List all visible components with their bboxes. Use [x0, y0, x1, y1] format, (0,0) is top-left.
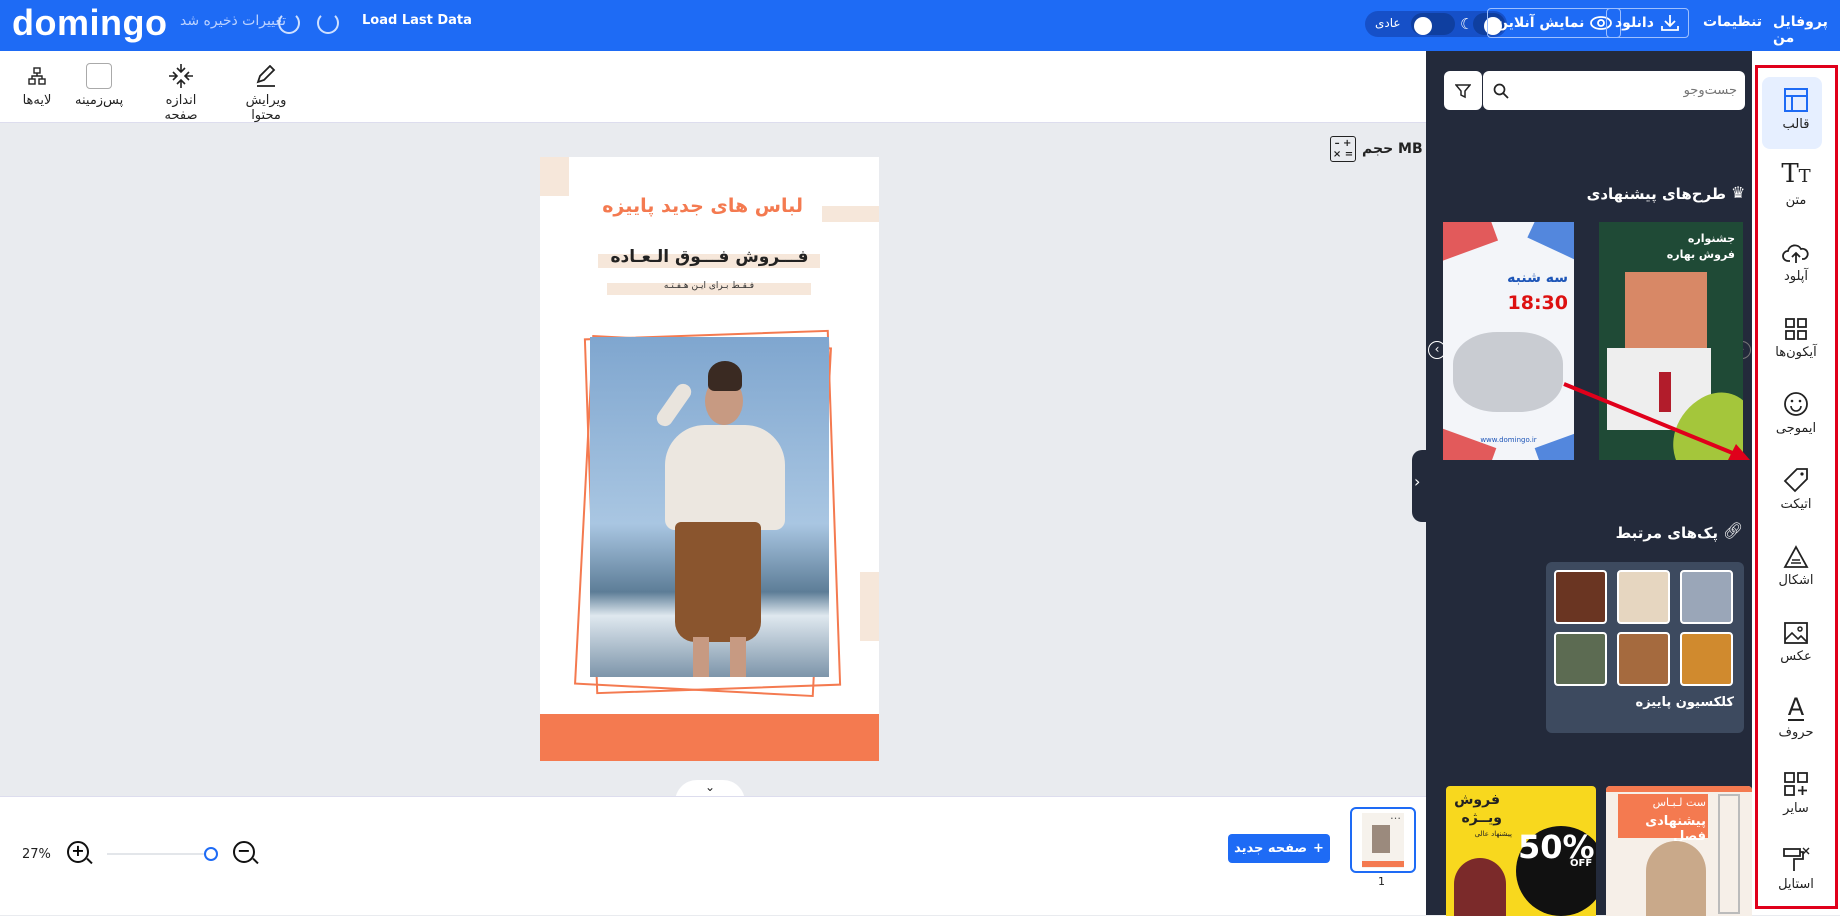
design-headline[interactable]: فـــروش فـــوق الـعـاده	[595, 247, 824, 267]
load-last-data-button[interactable]: Load Last Data	[362, 13, 472, 28]
collection-pack[interactable]: کلکسیون پاییزه	[1546, 562, 1744, 733]
link-icon: 🔗︎	[1723, 521, 1744, 540]
template-card-match[interactable]: سه شنبه 18:30 www.domingo.ir	[1443, 222, 1574, 460]
background-tool[interactable]: پس‌زمینه	[75, 63, 123, 108]
calculator-icon[interactable]: – + × =	[1330, 136, 1356, 162]
search-icon[interactable]	[1493, 83, 1509, 99]
undo-icon[interactable]	[317, 12, 339, 34]
new-page-button[interactable]: صفحه جدید +	[1228, 834, 1330, 863]
footer-band	[540, 714, 879, 761]
download-icon	[1661, 15, 1679, 31]
search-input[interactable]	[1519, 77, 1737, 103]
chevron-right-icon[interactable]: ›	[1414, 472, 1420, 491]
filter-icon	[1455, 83, 1471, 98]
redo-icon[interactable]	[278, 12, 300, 34]
zoom-slider-thumb[interactable]	[204, 847, 218, 861]
mode-label: عادی	[1375, 16, 1401, 30]
save-status: تغییرات ذخیره شد	[180, 13, 287, 29]
zoom-in-icon[interactable]: +	[67, 841, 89, 863]
layers-icon	[28, 67, 46, 85]
zoom-slider[interactable]	[107, 853, 217, 855]
design-title[interactable]: لباس های جدید پاییزه	[540, 195, 803, 217]
layers-tool[interactable]: لایه‌ها	[18, 63, 56, 108]
annotation-highlight-box	[1755, 65, 1838, 909]
top-bar: domingo تغییرات ذخیره شد Load Last Data …	[0, 0, 1840, 51]
page-number: 1	[1378, 875, 1385, 888]
more-icon[interactable]: …	[1390, 809, 1401, 822]
background-swatch	[86, 63, 112, 89]
bottom-bar: 27% + − صفحه جدید + … 1	[0, 796, 1426, 915]
suggested-title: طرح‌های پیشنهادی	[1586, 185, 1726, 203]
mode-toggle[interactable]: عادی ☾	[1365, 11, 1507, 37]
collection-name: کلکسیون پاییزه	[1635, 695, 1734, 710]
normal-mode-switch[interactable]	[1411, 13, 1455, 35]
toolbar: ویرایش محتوا اندازه صفحه پس‌زمینه لایه‌ه…	[0, 51, 1426, 123]
crown-icon: ♛	[1731, 183, 1746, 202]
download-button[interactable]: دانلود	[1606, 8, 1689, 38]
model-photo[interactable]	[590, 337, 829, 677]
template-card-special-sale[interactable]: فروش ویــژه پیشنهاد عالی 50% OFF	[1446, 786, 1596, 916]
zoom-level: 27%	[22, 847, 51, 862]
plus-icon: +	[1313, 841, 1324, 856]
templates-panel: طرح‌های پیشنهادی ♛ ‹ › سه شنبه 18:30 www…	[1426, 51, 1752, 916]
logo: domingo	[12, 2, 168, 43]
search-box[interactable]	[1483, 71, 1745, 110]
design-subline[interactable]: فـقـط بـرای ایـن هـفـتـه	[607, 281, 811, 291]
settings-link[interactable]: تنظیمات	[1703, 14, 1762, 30]
design-page[interactable]: لباس های جدید پاییزه فـــروش فـــوق الـع…	[540, 157, 879, 761]
template-card-season-outfit[interactable]: ست لـبـاس پیشنهادی فصل	[1606, 786, 1752, 916]
file-size-indicator: – + × = حجم MB	[1330, 136, 1423, 162]
pencil-icon	[256, 65, 276, 87]
moon-icon: ☾	[1460, 15, 1474, 33]
filter-button[interactable]	[1444, 71, 1482, 110]
page-size-tool[interactable]: اندازه صفحه	[148, 63, 214, 123]
resize-icon	[169, 64, 193, 88]
online-preview-button[interactable]: نمایش آنلاین	[1487, 8, 1622, 38]
related-title: پک‌های مرتبط	[1615, 524, 1718, 542]
annotation-arrow	[1563, 382, 1750, 460]
page-thumbnail[interactable]: …	[1350, 807, 1416, 873]
profile-link[interactable]: پروفایل من	[1773, 14, 1840, 46]
edit-content-tool[interactable]: ویرایش محتوا	[232, 63, 300, 123]
zoom-out-icon[interactable]: −	[233, 841, 255, 863]
chevron-down-icon: ⌄	[704, 780, 716, 794]
